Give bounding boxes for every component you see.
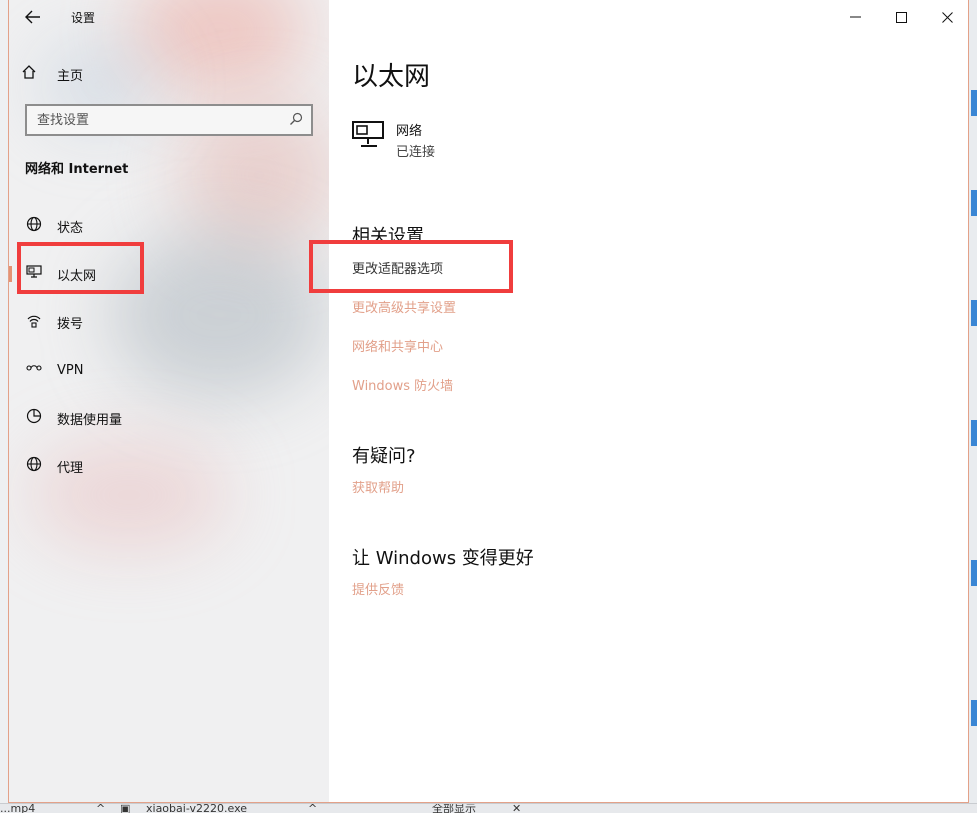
back-button[interactable] bbox=[19, 4, 47, 30]
download-separator: ^ bbox=[96, 803, 106, 813]
link-get-help[interactable]: 获取帮助 bbox=[352, 477, 404, 496]
search-icon[interactable] bbox=[289, 112, 303, 130]
arrow-left-icon bbox=[25, 10, 40, 24]
home-nav-item[interactable]: 主页 bbox=[21, 62, 83, 86]
nav-item-dialup[interactable]: 拨号 bbox=[9, 302, 329, 342]
nav-item-data-usage[interactable]: 数据使用量 bbox=[9, 398, 329, 438]
network-computer-icon bbox=[352, 120, 388, 152]
nav-item-status[interactable]: 状态 bbox=[9, 206, 329, 246]
desktop-window-peek bbox=[971, 560, 977, 586]
vpn-icon bbox=[25, 362, 43, 378]
nav-item-label: VPN bbox=[57, 362, 84, 378]
question-heading: 有疑问? bbox=[352, 446, 416, 467]
nav-item-label: 拨号 bbox=[57, 316, 84, 332]
close-button[interactable] bbox=[924, 0, 968, 34]
desktop-window-peek bbox=[971, 90, 977, 116]
desktop-window-peek bbox=[971, 420, 977, 446]
search-box[interactable] bbox=[25, 104, 313, 136]
show-all-link[interactable]: 全部显示 bbox=[432, 804, 476, 813]
download-item-file[interactable]: xiaobai-v2220.exe bbox=[146, 804, 247, 813]
desktop-window-peek bbox=[971, 190, 977, 216]
improve-windows-heading: 让 Windows 变得更好 bbox=[352, 548, 534, 569]
network-name: 网络 bbox=[396, 124, 423, 139]
exe-file-icon: ▣ bbox=[120, 803, 131, 813]
caption-buttons bbox=[832, 0, 968, 34]
chevron-up-icon[interactable]: ^ bbox=[308, 804, 317, 813]
highlight-box-ethernet bbox=[17, 242, 144, 294]
desktop-window-peek bbox=[971, 300, 977, 326]
search-input[interactable] bbox=[37, 112, 277, 128]
highlight-box-adapter-options bbox=[309, 240, 513, 293]
link-give-feedback[interactable]: 提供反馈 bbox=[352, 579, 404, 598]
nav-item-label: 数据使用量 bbox=[57, 412, 123, 428]
download-item-left[interactable]: ...mp4 bbox=[0, 804, 35, 813]
network-connection[interactable]: 网络 已连接 bbox=[352, 120, 435, 160]
link-network-sharing-center[interactable]: 网络和共享中心 bbox=[352, 336, 443, 355]
dialup-icon bbox=[25, 312, 43, 332]
network-status: 已连接 bbox=[396, 145, 436, 160]
section-title: 网络和 Internet bbox=[25, 162, 129, 177]
desktop-window-peek bbox=[971, 700, 977, 726]
maximize-icon bbox=[895, 11, 907, 23]
download-bar-peek: ...mp4 ^ ▣ xiaobai-v2220.exe ^ 全部显示 ✕ bbox=[0, 803, 977, 813]
globe-status-icon bbox=[25, 216, 43, 236]
nav-item-label: 状态 bbox=[57, 220, 84, 236]
desktop-right-edge bbox=[969, 0, 977, 813]
globe-icon bbox=[25, 456, 43, 476]
link-windows-firewall[interactable]: Windows 防火墙 bbox=[352, 375, 453, 394]
data-usage-icon bbox=[25, 408, 43, 428]
nav-item-proxy[interactable]: 代理 bbox=[9, 446, 329, 486]
settings-window: 设置 主页 网络和 Internet 状态 以太网 bbox=[8, 0, 969, 803]
navigation-pane: 设置 主页 网络和 Internet 状态 以太网 bbox=[9, 0, 329, 802]
link-advanced-sharing[interactable]: 更改高级共享设置 bbox=[352, 297, 456, 316]
maximize-button[interactable] bbox=[878, 0, 924, 34]
nav-item-vpn[interactable]: VPN bbox=[9, 350, 329, 390]
close-icon[interactable]: ✕ bbox=[512, 804, 521, 813]
desktop-left-edge bbox=[0, 0, 8, 813]
minimize-icon bbox=[849, 16, 861, 18]
content-pane: 以太网 网络 已连接 相关设置 更改适配器选项 更改高级共享设置 网络和共享中心… bbox=[309, 0, 968, 802]
nav-item-label: 代理 bbox=[57, 460, 84, 476]
home-label: 主页 bbox=[57, 68, 84, 84]
minimize-button[interactable] bbox=[832, 0, 878, 34]
home-icon bbox=[21, 64, 41, 84]
close-icon bbox=[941, 11, 953, 23]
page-title: 以太网 bbox=[352, 62, 431, 92]
app-title: 设置 bbox=[71, 11, 96, 25]
active-indicator bbox=[9, 266, 12, 282]
